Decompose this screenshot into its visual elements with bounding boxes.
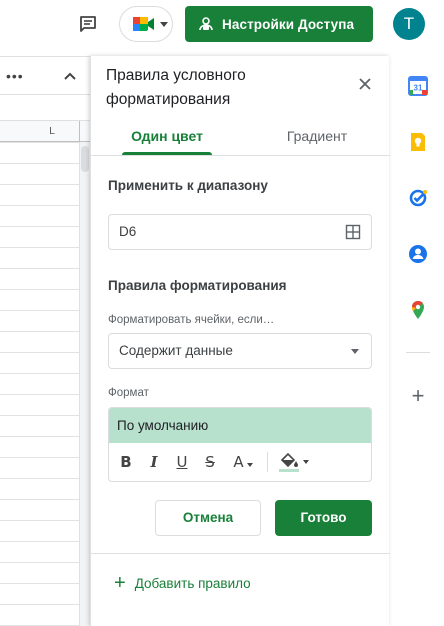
tab-single-color[interactable]: Один цвет — [121, 116, 213, 156]
cell-grid[interactable] — [0, 142, 80, 626]
range-value: D6 — [119, 224, 137, 239]
format-preview: По умолчанию — [109, 408, 371, 443]
meet-button[interactable] — [119, 6, 173, 42]
plus-icon: + — [114, 572, 126, 594]
side-panel-divider — [406, 352, 430, 353]
condition-label: Форматировать ячейки, если… — [108, 314, 275, 326]
panel-divider — [91, 553, 390, 554]
sheet-area: ••• L — [0, 56, 90, 626]
panel-title: Правила условного форматирования — [106, 67, 246, 108]
conditional-format-panel: Правила условного форматирования Один цв… — [90, 56, 390, 626]
dropdown-arrow-icon — [351, 349, 359, 354]
add-rule-button[interactable]: + Добавить правило — [114, 571, 251, 595]
calendar-icon[interactable]: 31 — [408, 76, 428, 96]
more-icon[interactable]: ••• — [6, 68, 24, 84]
plus-icon[interactable]: + — [408, 385, 428, 407]
active-tab-indicator — [122, 152, 212, 155]
chevron-up-icon[interactable] — [63, 69, 77, 83]
apply-range-label: Применить к диапазону — [108, 178, 268, 193]
side-panel: 31 + — [392, 56, 444, 626]
share-label: Настройки Доступа — [222, 16, 355, 32]
column-divider — [79, 121, 80, 142]
cancel-button[interactable]: Отмена — [155, 500, 261, 536]
done-button[interactable]: Готово — [275, 500, 372, 536]
format-rules-label: Правила форматирования — [108, 278, 287, 293]
bold-icon[interactable]: B — [117, 451, 135, 473]
strikethrough-icon[interactable]: S — [201, 451, 219, 473]
column-label[interactable]: L — [0, 121, 80, 142]
scrollbar-thumb[interactable] — [81, 146, 89, 172]
lock-icon — [199, 17, 213, 31]
format-style-box: По умолчанию B I U S A — [108, 407, 372, 482]
chevron-down-icon — [160, 21, 168, 27]
keep-icon[interactable] — [408, 132, 428, 152]
text-color-icon[interactable]: A — [229, 451, 257, 473]
tab-color-scale[interactable]: Градиент — [271, 116, 363, 156]
add-rule-label: Добавить правило — [134, 575, 251, 591]
condition-value: Содержит данные — [119, 343, 233, 358]
maps-icon[interactable] — [408, 300, 428, 320]
tabs: Один цвет Градиент — [91, 116, 390, 156]
condition-select[interactable]: Содержит данные — [108, 333, 372, 369]
format-label: Формат — [108, 387, 149, 399]
underline-icon[interactable]: U — [173, 451, 191, 473]
meet-icon — [133, 17, 154, 31]
format-toolbar: B I U S A — [109, 443, 371, 481]
comments-icon[interactable] — [74, 10, 102, 38]
top-bar: Настройки Доступа T — [0, 0, 444, 48]
italic-icon[interactable]: I — [145, 451, 163, 473]
sheet-toolbar: ••• — [0, 57, 90, 95]
close-icon[interactable] — [355, 74, 375, 94]
avatar[interactable]: T — [393, 8, 425, 40]
tasks-icon[interactable] — [408, 188, 428, 208]
svg-text:31: 31 — [414, 84, 423, 93]
column-header: L — [0, 120, 90, 142]
fill-color-icon[interactable] — [278, 451, 310, 473]
contacts-icon[interactable] — [408, 244, 428, 264]
vertical-scrollbar[interactable] — [79, 142, 90, 626]
select-range-icon[interactable] — [345, 224, 361, 240]
share-button[interactable]: Настройки Доступа — [185, 6, 373, 42]
toolbar-divider — [267, 452, 268, 472]
range-input[interactable]: D6 — [108, 214, 372, 250]
